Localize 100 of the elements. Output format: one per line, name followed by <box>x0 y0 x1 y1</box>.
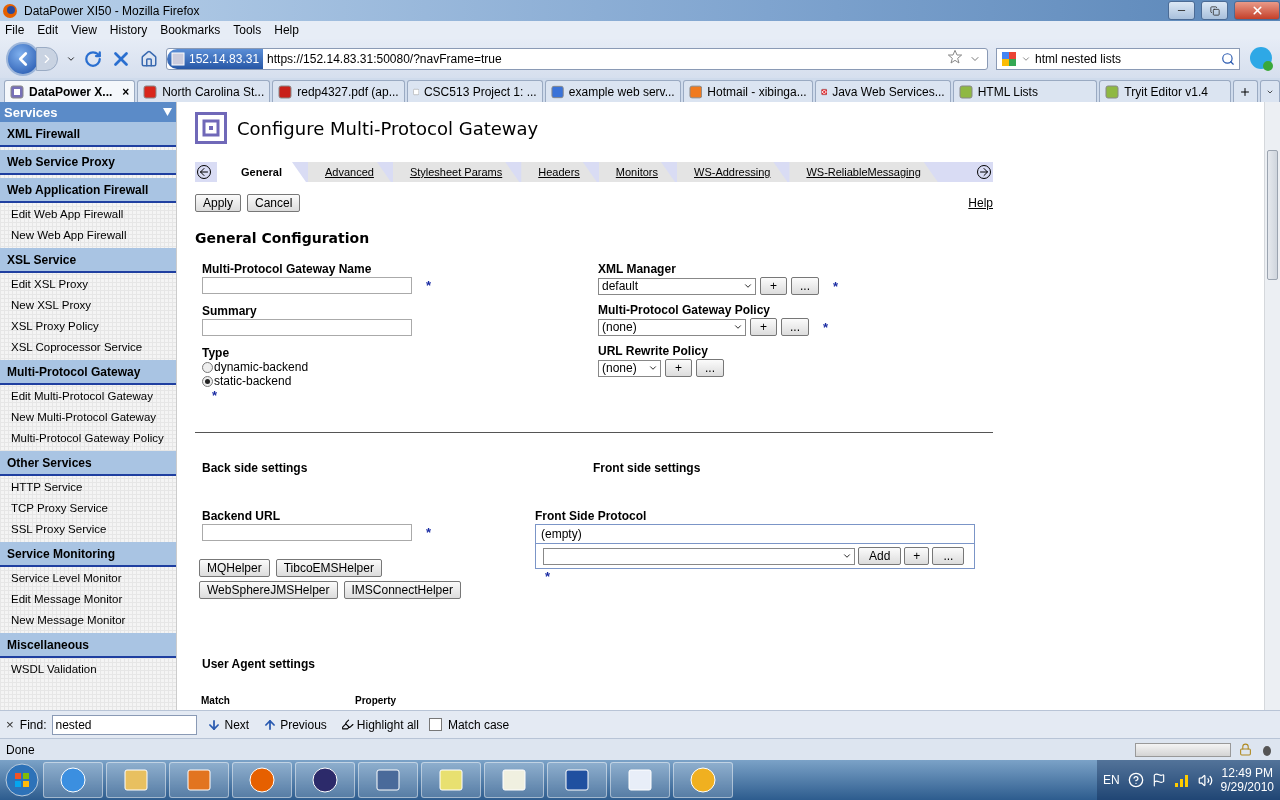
sidebar-section-title[interactable]: XML Firewall <box>0 122 176 147</box>
tab[interactable]: General <box>217 162 306 182</box>
browser-tab[interactable]: redp4327.pdf (ap... <box>272 80 405 102</box>
sidebar-item[interactable]: Edit Message Monitor <box>0 590 176 609</box>
tab[interactable]: Advanced <box>307 162 391 182</box>
menu-item[interactable]: Bookmarks <box>160 23 221 37</box>
menu-item[interactable]: Tools <box>233 23 262 37</box>
browser-tab[interactable]: example web serv... <box>544 80 681 102</box>
edit-button[interactable]: ... <box>781 318 810 336</box>
helper-button[interactable]: IMSConnectHelper <box>343 581 461 599</box>
sidebar-item[interactable]: New XSL Proxy <box>0 296 176 315</box>
helper-button[interactable]: WebSphereJMSHelper <box>199 581 338 599</box>
signal-icon[interactable] <box>1173 773 1190 787</box>
dropdown[interactable] <box>543 547 855 565</box>
browser-tab[interactable]: North Carolina St... <box>137 80 271 102</box>
dropdown[interactable]: (none) <box>598 359 661 377</box>
sidebar-item[interactable]: Service Level Monitor <box>0 569 176 588</box>
find-field[interactable]: nested <box>52 714 198 735</box>
dropdown[interactable]: default <box>598 277 756 295</box>
sidebar-section-title[interactable]: Web Application Firewall <box>0 178 176 203</box>
sidebar-item[interactable]: SSL Proxy Service <box>0 520 176 539</box>
sidebar-item[interactable]: Edit Web App Firewall <box>0 205 176 224</box>
sidebar-item[interactable]: TCP Proxy Service <box>0 499 176 518</box>
add-button[interactable]: + <box>665 359 692 377</box>
close-tab-button[interactable]: × <box>122 84 130 99</box>
sidebar-item[interactable]: XSL Proxy Policy <box>0 317 176 336</box>
radio-button[interactable] <box>202 361 213 373</box>
previous-button[interactable]: Previous <box>259 717 331 732</box>
edit-button[interactable]: ... <box>696 359 725 377</box>
close-find-button[interactable]: × <box>6 717 14 732</box>
input-field[interactable] <box>202 524 412 541</box>
scrollbar[interactable] <box>1264 102 1280 710</box>
protocol-button[interactable]: + <box>904 547 930 565</box>
sidebar-item[interactable]: XSL Coprocessor Service <box>0 338 176 357</box>
reload-button[interactable] <box>84 49 102 68</box>
search-icon[interactable] <box>1221 51 1235 66</box>
flag-icon[interactable] <box>1151 773 1166 787</box>
help-link[interactable]: Help <box>968 196 993 210</box>
address-field[interactable]: 152.14.83.31 https://152.14.83.31:50080/?navFrame=true <box>166 47 988 70</box>
menu-item[interactable]: Edit <box>37 23 59 37</box>
search-field[interactable]: html nested lists <box>996 47 1240 70</box>
scroll-right-icon[interactable] <box>977 165 991 179</box>
help-icon[interactable] <box>1127 772 1144 788</box>
clock[interactable]: 12:49 PM 9/29/2010 <box>1220 766 1274 794</box>
edit-button[interactable]: ... <box>791 277 820 295</box>
menu-item[interactable]: File <box>5 23 25 37</box>
protocol-button[interactable]: ... <box>932 547 965 565</box>
checkbox[interactable] <box>428 718 442 731</box>
browser-tab[interactable]: Java Web Services... <box>814 80 951 102</box>
sidebar-section-title[interactable]: Service Monitoring <box>0 542 176 567</box>
sidebar-item[interactable]: Multi-Protocol Gateway Policy <box>0 429 176 448</box>
bookmark-star-icon[interactable] <box>947 49 963 65</box>
sidebar-section-title[interactable]: Miscellaneous <box>0 633 176 658</box>
next-button[interactable]: Next <box>203 717 254 732</box>
form-button[interactable]: Cancel <box>247 194 301 212</box>
sidebar-item[interactable]: New Multi-Protocol Gateway <box>0 408 176 427</box>
browser-tab[interactable]: DataPower X... × <box>4 80 136 102</box>
sphere-icon[interactable] <box>310 765 340 795</box>
tab[interactable]: Headers <box>521 162 597 182</box>
chat-app-icon[interactable] <box>1248 45 1274 72</box>
start-button[interactable] <box>4 762 40 798</box>
scroll-left-icon[interactable] <box>197 165 211 179</box>
sidebar-item[interactable]: New Message Monitor <box>0 611 176 630</box>
forward-button[interactable] <box>36 46 58 71</box>
sidebar-section-title[interactable]: Web Service Proxy <box>0 150 176 175</box>
caret-icon[interactable] <box>163 108 172 116</box>
restore-button[interactable] <box>1201 1 1228 20</box>
helper-button[interactable]: TibcoEMSHelper <box>275 559 382 577</box>
add-button[interactable]: + <box>750 318 777 336</box>
radio-button[interactable] <box>202 375 213 387</box>
form-button[interactable]: Apply <box>195 194 242 212</box>
home-button[interactable] <box>140 49 158 68</box>
highlight-button[interactable]: Highlight all <box>336 717 423 732</box>
tab[interactable]: WS-Addressing <box>677 162 788 182</box>
volume-icon[interactable] <box>1197 772 1213 788</box>
input-field[interactable] <box>202 277 412 294</box>
close-button[interactable] <box>1234 1 1280 20</box>
sidebar-item[interactable]: WSDL Validation <box>0 660 176 679</box>
browser-tab[interactable]: Hotmail - xibinga... <box>682 80 813 102</box>
sidebar-section-title[interactable]: XSL Service <box>0 248 176 273</box>
browser-tab[interactable]: Tryit Editor v1.4 <box>1099 80 1231 102</box>
input-field[interactable] <box>202 319 412 336</box>
new-tab-button[interactable] <box>1232 80 1258 102</box>
minimize-button[interactable] <box>1168 1 1195 20</box>
browser-tab[interactable]: CSC513 Project 1: ... <box>406 80 543 102</box>
browser-tab[interactable]: HTML Lists <box>952 80 1098 102</box>
sidebar-item[interactable]: Edit Multi-Protocol Gateway <box>0 387 176 406</box>
protocol-button[interactable]: Add <box>858 547 902 565</box>
menu-item[interactable]: Help <box>274 23 299 37</box>
language-indicator[interactable]: EN <box>1102 773 1120 787</box>
tab[interactable]: Monitors <box>598 162 675 182</box>
sidebar-section-title[interactable]: Other Services <box>0 451 176 476</box>
helper-button[interactable]: MQHelper <box>199 559 270 577</box>
menu-item[interactable]: History <box>109 23 148 37</box>
sidebar-section-title[interactable]: Multi-Protocol Gateway <box>0 360 176 385</box>
sidebar-item[interactable]: HTTP Service <box>0 478 176 497</box>
tab[interactable]: WS-ReliableMessaging <box>789 162 938 182</box>
sidebar-item[interactable]: Edit XSL Proxy <box>0 275 176 294</box>
dropdown[interactable]: (none) <box>598 318 746 336</box>
sidebar-item[interactable]: New Web App Firewall <box>0 226 176 245</box>
